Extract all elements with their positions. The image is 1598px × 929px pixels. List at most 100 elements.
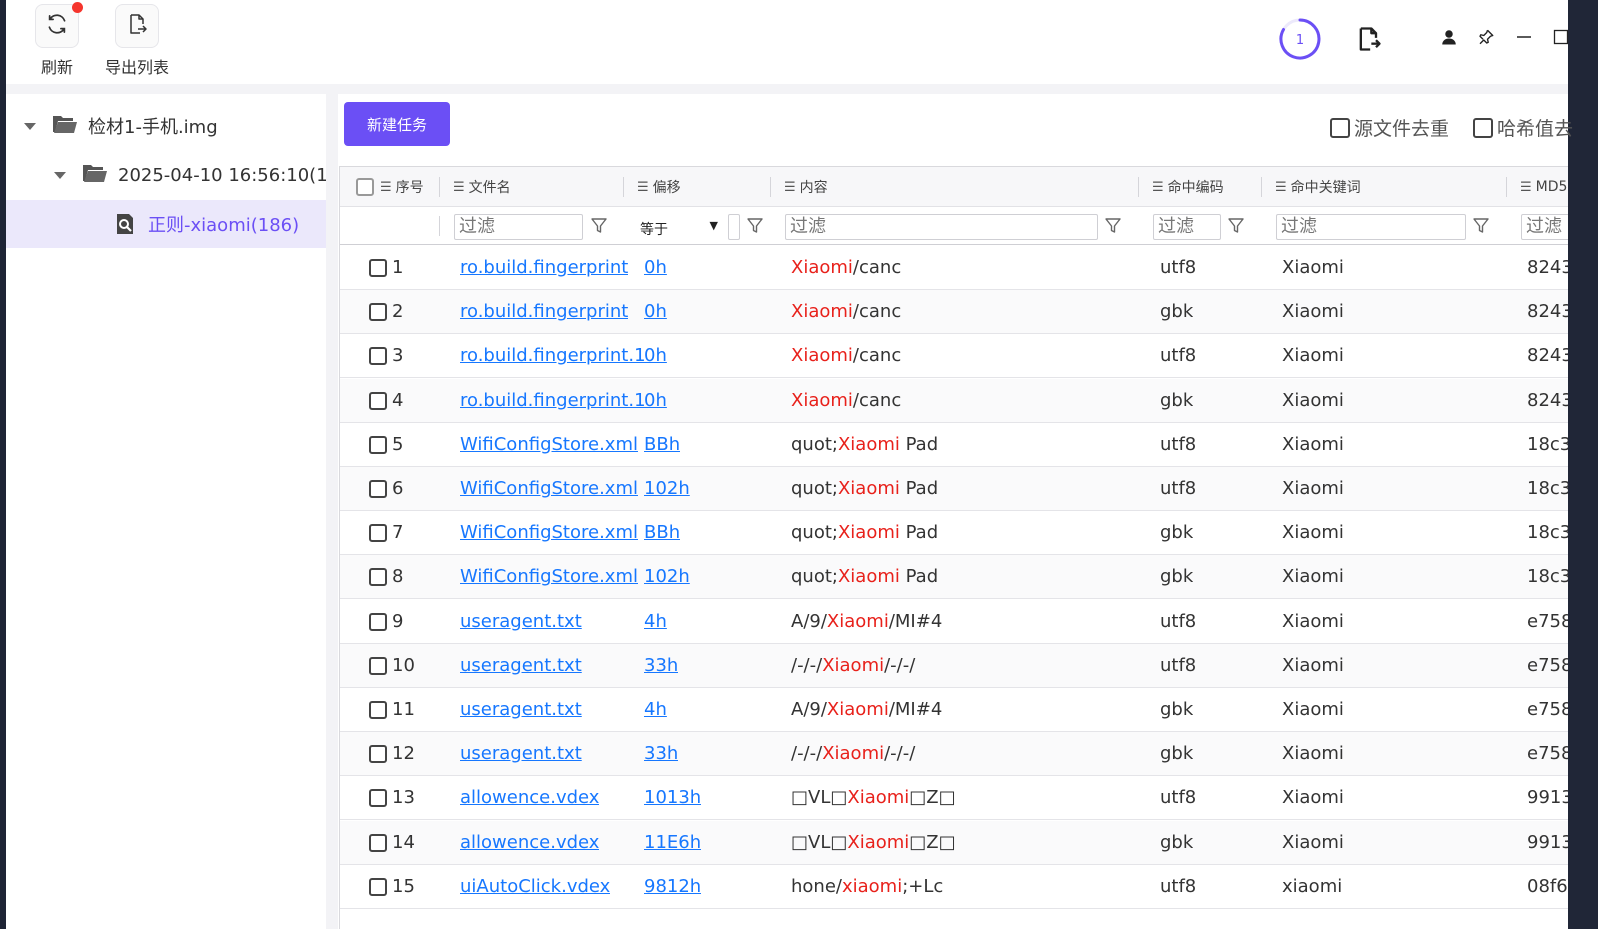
row-checkbox[interactable] (369, 877, 387, 896)
row-filename-link[interactable]: WifiConfigStore.xml (460, 423, 638, 467)
column-resizer[interactable] (1506, 177, 1507, 197)
row-offset-link[interactable]: 0h (644, 334, 667, 378)
select-all-checkbox[interactable] (356, 178, 374, 196)
new-task-button[interactable]: 新建任务 (344, 102, 450, 146)
row-checkbox[interactable] (369, 745, 387, 764)
row-filename-link[interactable]: ro.build.fingerprint.1 (460, 379, 646, 423)
column-resizer[interactable] (770, 177, 771, 197)
column-menu-icon[interactable]: ☰ (784, 180, 796, 195)
table-row[interactable]: 6 WifiConfigStore.xml102h utf8 Xiaomi 18c3f q… (340, 467, 1568, 511)
user-button[interactable] (1438, 26, 1460, 48)
row-filename-link[interactable]: ro.build.fingerprint (460, 290, 628, 334)
export-report-button[interactable] (1352, 22, 1386, 56)
row-filename-link[interactable]: ro.build.fingerprint.1 (460, 334, 646, 378)
row-filename-link[interactable]: WifiConfigStore.xml (460, 467, 638, 511)
row-checkbox[interactable] (369, 656, 387, 675)
column-menu-icon[interactable]: ☰ (1275, 180, 1287, 195)
row-filename-link[interactable]: useragent.txt (460, 732, 582, 776)
table-row[interactable]: 12 useragent.txt 33h gbk Xiaomi e758/-/-/Xiao… (340, 732, 1568, 777)
row-checkbox[interactable] (369, 701, 387, 719)
dedupe-source-checkbox[interactable] (1330, 117, 1350, 138)
table-row[interactable]: 5 WifiConfigStore.xmlBBh utf8 Xiaomi 18c3f qu… (340, 423, 1568, 467)
offset-filter-input[interactable] (728, 214, 740, 240)
table-row[interactable]: 14allowence.vdex11E6hgbkXiaomi9913□VL□Xi… (340, 820, 1568, 865)
pin-button[interactable] (1475, 26, 1497, 48)
row-offset-link[interactable]: 33h (644, 644, 678, 688)
row-checkbox[interactable] (369, 833, 387, 852)
filter-icon[interactable] (746, 217, 764, 239)
row-checkbox[interactable] (369, 568, 387, 587)
column-header-md5[interactable]: ☰ MD5 (1520, 167, 1567, 207)
minimize-button[interactable] (1513, 26, 1535, 48)
filter-icon[interactable] (1227, 217, 1245, 239)
column-header-filename[interactable]: ☰ 文件名 (453, 167, 511, 207)
row-checkbox[interactable] (369, 347, 387, 366)
maximize-button[interactable] (1551, 26, 1571, 48)
content-filter-input[interactable]: 过滤 (785, 214, 1098, 240)
table-row[interactable]: 3 ro.build.fingerprint.10h utf8 Xiaomi 8243 X… (340, 334, 1568, 379)
table-row[interactable]: 8 WifiConfigStore.xml102h gbk Xiaomi 18c3f qu… (340, 555, 1568, 600)
column-resizer[interactable] (1261, 177, 1262, 197)
table-row[interactable]: 7 WifiConfigStore.xmlBBh gbk Xiaomi 18c3f quo… (340, 511, 1568, 556)
column-menu-icon[interactable]: ☰ (637, 180, 649, 195)
row-offset-link[interactable]: 9812h (644, 865, 701, 909)
column-menu-icon[interactable]: ☰ (453, 180, 465, 195)
row-filename-link[interactable]: uiAutoClick.vdex (460, 865, 610, 909)
row-filename-link[interactable]: WifiConfigStore.xml (460, 511, 638, 555)
row-filename-link[interactable]: useragent.txt (460, 688, 582, 732)
column-header-index[interactable]: ☰ 序号 (380, 167, 424, 207)
column-menu-icon[interactable]: ☰ (380, 180, 392, 195)
row-filename-link[interactable]: WifiConfigStore.xml (460, 555, 638, 599)
table-row[interactable]: 1 ro.build.fingerprint 0h utf8 Xiaomi 8243 Xia… (340, 246, 1568, 290)
row-offset-link[interactable]: 0h (644, 246, 667, 290)
row-offset-link[interactable]: 102h (644, 555, 690, 599)
caret-down-icon[interactable] (24, 122, 36, 130)
tree-item-evidence-image[interactable]: 检材1-手机.img (6, 102, 326, 150)
keyword-filter-input[interactable]: 过滤 (1276, 214, 1466, 240)
row-filename-link[interactable]: allowence.vdex (460, 821, 599, 865)
row-offset-link[interactable]: 0h (644, 379, 667, 423)
column-header-encoding[interactable]: ☰ 命中编码 (1152, 167, 1224, 207)
filter-icon[interactable] (1472, 217, 1490, 239)
row-checkbox[interactable] (369, 303, 387, 322)
task-progress-indicator[interactable]: 1 (1277, 16, 1323, 62)
row-offset-link[interactable]: 102h (644, 467, 690, 511)
row-offset-link[interactable]: 1013h (644, 776, 701, 820)
row-offset-link[interactable]: 0h (644, 290, 667, 334)
row-checkbox[interactable] (369, 259, 387, 277)
caret-down-icon[interactable] (54, 171, 66, 179)
row-checkbox[interactable] (369, 524, 387, 543)
table-row[interactable]: 10 useragent.txt 33h utf8 Xiaomi e758/-/-/Xia… (340, 643, 1568, 688)
row-filename-link[interactable]: ro.build.fingerprint (460, 246, 628, 290)
column-resizer[interactable] (623, 177, 624, 197)
row-filename-link[interactable]: useragent.txt (460, 644, 582, 688)
column-resizer[interactable] (439, 177, 440, 197)
row-offset-link[interactable]: 11E6h (644, 821, 701, 865)
md5-filter-input[interactable]: 过滤 (1521, 214, 1568, 240)
export-list-button[interactable]: 导出列表 (96, 4, 178, 78)
tree-item-session[interactable]: 2025-04-10 16:56:10(1 (6, 151, 326, 199)
column-menu-icon[interactable]: ☰ (1520, 180, 1532, 195)
row-offset-link[interactable]: BBh (644, 423, 680, 467)
table-row[interactable]: 13allowence.vdex1013hutf8Xiaomi9913□VL□X… (340, 776, 1568, 821)
column-header-content[interactable]: ☰ 内容 (784, 167, 828, 207)
row-checkbox[interactable] (369, 480, 387, 498)
row-offset-link[interactable]: 4h (644, 688, 667, 732)
encoding-filter-input[interactable]: 过滤 (1153, 214, 1221, 240)
offset-operator-select[interactable]: 等于 ▼ (640, 219, 718, 239)
row-offset-link[interactable]: 33h (644, 732, 678, 776)
table-row[interactable]: 15 uiAutoClick.vdex 9812h utf8 xiaomi 08f69 ho… (340, 865, 1568, 909)
row-checkbox[interactable] (369, 789, 387, 808)
row-filename-link[interactable]: allowence.vdex (460, 776, 599, 820)
row-filename-link[interactable]: useragent.txt (460, 600, 582, 644)
filter-icon[interactable] (590, 217, 608, 239)
table-row[interactable]: 4 ro.build.fingerprint.10h gbk Xiaomi 8243 Xi… (340, 378, 1568, 423)
row-checkbox[interactable] (369, 391, 387, 410)
row-offset-link[interactable]: 4h (644, 600, 667, 644)
sidebar-splitter[interactable] (326, 84, 338, 929)
refresh-button[interactable]: 刷新 (32, 2, 83, 78)
row-checkbox[interactable] (369, 435, 387, 454)
table-row[interactable]: 11 useragent.txt 4h gbk Xiaomi e758 A/9/Xiaomi… (340, 688, 1568, 732)
column-menu-icon[interactable]: ☰ (1152, 180, 1164, 195)
table-row[interactable]: 2 ro.build.fingerprint 0h gbk Xiaomi 8243 Xiao… (340, 290, 1568, 335)
